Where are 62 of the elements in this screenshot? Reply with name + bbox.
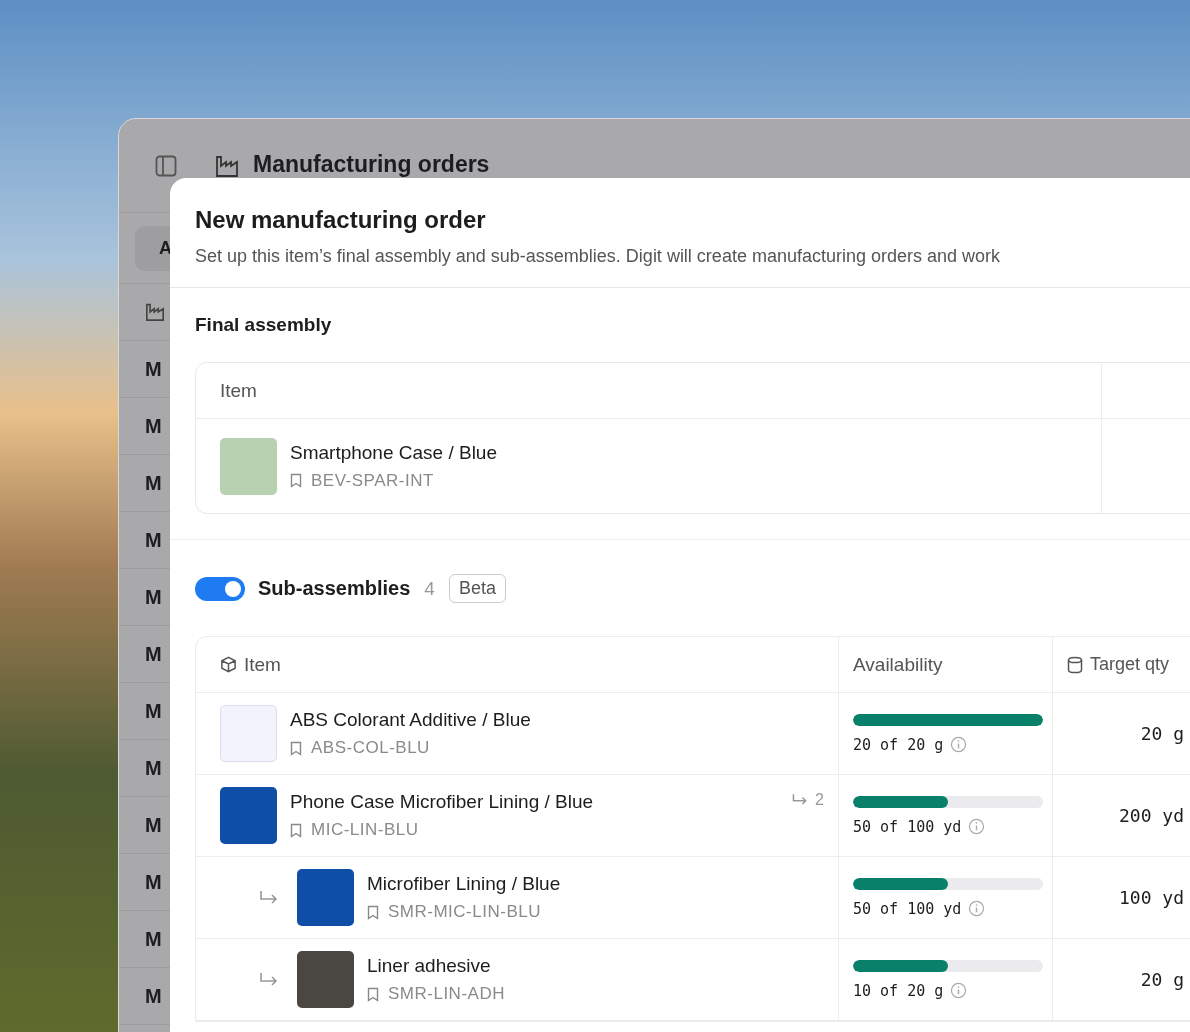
sidebar-toggle-icon[interactable] [155,154,177,177]
order-number[interactable]: M [145,756,162,780]
target-quantity: 200 yd [1118,805,1184,826]
availability-reading: 50 of 100 yd [853,817,962,836]
column-header: Item [220,379,257,402]
column-header: Item [244,653,281,676]
item-name: Microfiber Lining / Blue [367,873,561,895]
column-header: Target qty [1090,654,1170,675]
order-number[interactable]: M [145,699,162,723]
info-icon[interactable] [968,900,986,917]
bookmark-icon [290,822,302,838]
dialog-title: New manufacturing order [195,206,487,234]
target-quantity: 20 g [1140,969,1184,990]
window-title: Manufacturing orders [253,151,490,179]
availability-reading: 50 of 100 yd [853,899,962,918]
bookmark-icon [367,904,379,920]
bookmark-icon [367,986,379,1002]
photo-placeholder [220,705,277,762]
order-number[interactable]: M [145,984,162,1008]
section-heading: Final assembly [195,314,333,336]
section-heading: Sub-assemblies [258,577,411,600]
order-number[interactable]: M [145,471,162,495]
availability-reading: 10 of 20 g [853,981,944,1000]
photo-placeholder [220,437,277,495]
beta-badge: Beta [448,574,506,603]
order-number[interactable]: M [145,813,162,837]
cube-icon [220,656,237,673]
item-name: ABS Colorant Additive / Blue [290,709,531,731]
target-quantity: 100 yd [1118,887,1184,908]
bookmark-icon [290,740,302,756]
availability-reading: 20 of 20 g [853,735,944,754]
info-icon[interactable] [968,818,986,835]
item-name: Phone Case Microfiber Lining / Blue [290,791,594,813]
item-sku: SMR-LIN-ADH [388,984,505,1004]
target-quantity: 20 g [1140,723,1184,744]
factory-icon [215,154,239,177]
item-name: Smartphone Case / Blue [290,441,497,464]
photo-placeholder [220,787,277,844]
item-sku: BEV-SPAR-INT [311,470,434,491]
item-count: 4 [424,577,435,600]
toggle-switch[interactable] [195,576,245,601]
dialog-description: Set up this item’s final assembly and sub-assemblies. Digit will create manufacturing orders and work [195,246,1002,267]
photo-placeholder [297,951,354,1008]
column-header: Availability [853,653,943,676]
child-count: 2 [815,791,824,809]
database-icon [1067,655,1083,674]
order-number[interactable]: M [145,357,162,381]
order-number[interactable]: M [145,414,162,438]
order-number[interactable]: M [145,585,162,609]
bookmark-icon [290,473,302,488]
photo-placeholder [297,869,354,926]
order-number[interactable]: M [145,870,162,894]
order-number[interactable]: M [145,642,162,666]
order-number[interactable]: M [145,927,162,951]
order-number[interactable]: M [145,528,162,552]
item-sku: ABS-COL-BLU [311,738,430,758]
item-name: Liner adhesive [367,955,492,977]
info-icon[interactable] [950,982,968,999]
factory-icon [145,303,165,321]
item-sku: MIC-LIN-BLU [311,820,419,840]
item-sku: SMR-MIC-LIN-BLU [388,902,541,922]
info-icon[interactable] [950,736,968,753]
